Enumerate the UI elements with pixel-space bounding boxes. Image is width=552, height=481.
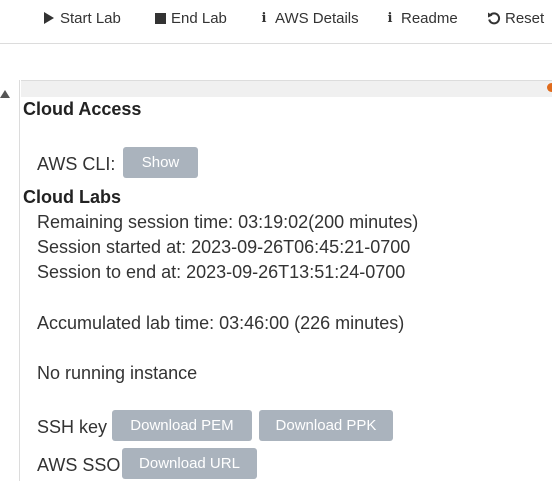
reset-icon [487, 9, 501, 27]
reset-button[interactable]: Reset [487, 8, 544, 28]
lab-toolbar: Start Lab End Lab i AWS Details i Readme… [0, 0, 552, 44]
lab-details-panel: Cloud Access AWS CLI: Show Cloud Labs Re… [0, 80, 552, 481]
cloud-labs-heading: Cloud Labs [23, 187, 121, 207]
session-started: Session started at: 2023-09-26T06:45:21-… [37, 237, 411, 257]
play-icon [42, 9, 56, 27]
panel-header-bar [21, 80, 552, 97]
panel-gutter [0, 80, 20, 481]
cloud-access-heading: Cloud Access [23, 99, 142, 119]
readme-button[interactable]: i Readme [383, 8, 458, 28]
aws-cli-label: AWS CLI: [37, 154, 116, 174]
info-icon: i [261, 10, 267, 26]
download-ppk-button[interactable]: Download PPK [259, 410, 393, 441]
info-icon: i [387, 10, 393, 26]
start-lab-label: Start Lab [60, 9, 121, 27]
readme-label: Readme [401, 9, 458, 27]
instance-status: No running instance [37, 363, 198, 383]
accumulated-lab-time: Accumulated lab time: 03:46:00 (226 minu… [37, 313, 405, 333]
stop-icon [153, 9, 167, 27]
status-dot-icon [547, 83, 552, 92]
remaining-session-time: Remaining session time: 03:19:02(200 min… [37, 212, 419, 232]
ssh-key-label: SSH key [37, 417, 108, 437]
start-lab-button[interactable]: Start Lab [42, 8, 121, 28]
aws-cli-show-button[interactable]: Show [123, 147, 198, 178]
aws-sso-label: AWS SSO [37, 455, 121, 475]
end-lab-button[interactable]: End Lab [153, 8, 227, 28]
session-to-end: Session to end at: 2023-09-26T13:51:24-0… [37, 262, 406, 282]
download-url-button[interactable]: Download URL [122, 448, 257, 479]
reset-label: Reset [505, 9, 545, 27]
end-lab-label: End Lab [171, 9, 227, 27]
download-pem-button[interactable]: Download PEM [112, 410, 252, 441]
aws-details-label: AWS Details [275, 9, 359, 27]
collapse-caret-icon[interactable] [0, 90, 10, 98]
aws-details-button[interactable]: i AWS Details [257, 8, 359, 28]
